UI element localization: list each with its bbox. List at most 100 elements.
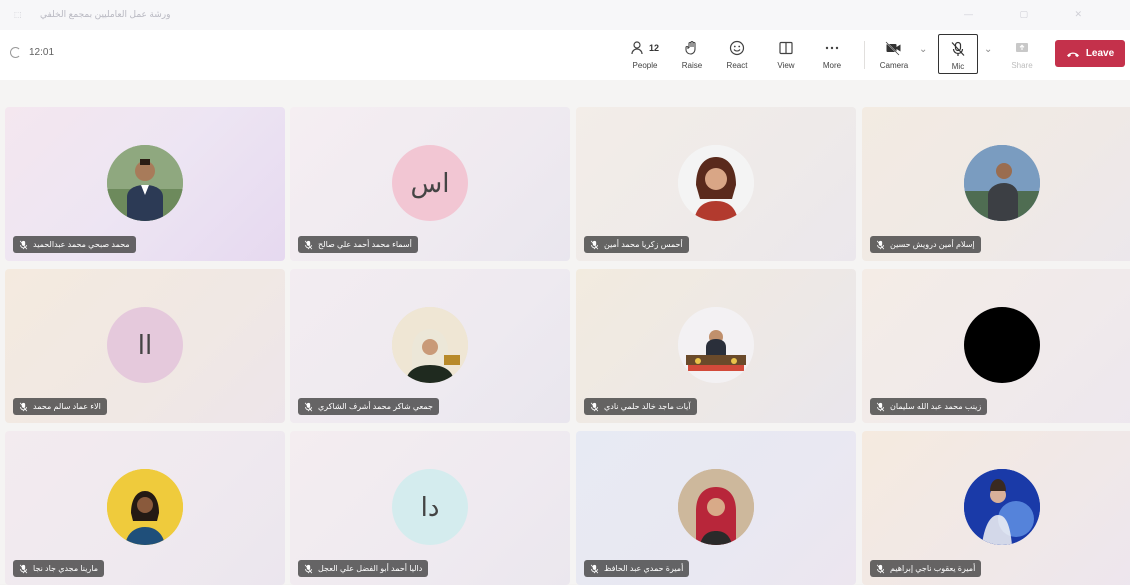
camera-options-chevron-icon[interactable]: ⌄: [919, 44, 927, 55]
mic-off-icon: [876, 564, 885, 573]
avatar-photo: [392, 307, 468, 383]
mic-off-icon: [590, 402, 599, 411]
avatar-initials: دا: [420, 491, 440, 522]
raise-hand-button[interactable]: Raise: [672, 34, 712, 74]
react-label: React: [726, 61, 748, 70]
participant-tile[interactable]: زينب محمد عبد الله سليمان: [862, 269, 1130, 423]
avatar: دا: [392, 469, 468, 545]
app-icon: ⬚: [14, 10, 22, 19]
participant-tile[interactable]: مارينا مجدي جاد نجا: [5, 431, 285, 585]
participant-tile[interactable]: أحمس زكريا محمد أمين: [576, 107, 856, 261]
avatar: [678, 307, 754, 383]
video-grid: محمد صبحي محمد عبدالحميد اس أسماء محمد أ…: [0, 80, 1130, 585]
more-dots-icon: [825, 46, 839, 50]
avatar: [107, 469, 183, 545]
meeting-timer: 12:01: [10, 47, 54, 58]
hand-icon: [685, 40, 696, 55]
people-button[interactable]: 12 People: [625, 34, 665, 74]
participant-nametag: جمعي شاكر محمد أشرف الشاكري: [298, 398, 439, 415]
window-titlebar: ⬚ ورشة عمل العامليين بمجمع الخلفي — ▢ ✕: [0, 0, 1130, 30]
people-icon: [631, 41, 643, 55]
leave-label: Leave: [1085, 48, 1115, 59]
share-label: Share: [1011, 61, 1033, 70]
participant-name: آيات ماجد خالد حلمي نادي: [604, 402, 691, 411]
mic-off-icon: [304, 564, 313, 573]
avatar-photo: [964, 145, 1040, 221]
mic-off-icon: [19, 564, 28, 573]
avatar-photo: [107, 469, 183, 545]
avatar-photo: [964, 469, 1040, 545]
mic-off-icon: [876, 240, 885, 249]
mic-off-icon: [304, 240, 313, 249]
participant-nametag: مارينا مجدي جاد نجا: [13, 560, 105, 577]
toolbar-divider: [864, 41, 865, 69]
people-count: 12: [648, 43, 659, 53]
avatar: [107, 145, 183, 221]
participant-tile[interactable]: محمد صبحي محمد عبدالحميد: [5, 107, 285, 261]
mic-button[interactable]: Mic: [938, 34, 978, 74]
participant-tile[interactable]: جمعي شاكر محمد أشرف الشاكري: [290, 269, 570, 423]
avatar-photo: [107, 145, 183, 221]
participant-nametag: إسلام أمين درويش حسين: [870, 236, 981, 253]
participant-tile[interactable]: دا داليا أحمد أبو الفضل علي العجل: [290, 431, 570, 585]
avatar-photo: [678, 469, 754, 545]
mic-label: Mic: [951, 62, 965, 71]
avatar-initials: اا: [137, 329, 153, 360]
window-controls[interactable]: — ▢ ✕: [964, 9, 1104, 20]
participant-name: زينب محمد عبد الله سليمان: [890, 402, 982, 411]
mic-off-icon: [951, 41, 965, 56]
participant-name: جمعي شاكر محمد أشرف الشاكري: [318, 402, 433, 411]
mic-off-icon: [19, 240, 28, 249]
participant-nametag: زينب محمد عبد الله سليمان: [870, 398, 988, 415]
participant-name: محمد صبحي محمد عبدالحميد: [33, 240, 130, 249]
camera-button[interactable]: Camera: [874, 34, 914, 74]
participant-nametag: أحمس زكريا محمد أمين: [584, 236, 689, 253]
participant-name: داليا أحمد أبو الفضل علي العجل: [318, 564, 423, 573]
avatar: [678, 469, 754, 545]
avatar-initials: اس: [410, 167, 450, 198]
participant-name: أحمس زكريا محمد أمين: [604, 240, 683, 249]
share-screen-icon: [1016, 43, 1028, 52]
mic-off-icon: [876, 402, 885, 411]
camera-label: Camera: [879, 61, 909, 70]
more-button[interactable]: More: [812, 34, 852, 74]
view-button[interactable]: View: [766, 34, 806, 74]
timer-text: 12:01: [29, 47, 55, 58]
participant-name: مارينا مجدي جاد نجا: [33, 564, 99, 573]
participant-nametag: أميرة يعقوب ناجي إبراهيم: [870, 560, 982, 577]
avatar: اس: [392, 145, 468, 221]
participant-nametag: أميرة حمدي عبد الحافظ: [584, 560, 690, 577]
leave-button[interactable]: Leave: [1055, 40, 1125, 67]
participant-tile[interactable]: أميرة يعقوب ناجي إبراهيم: [862, 431, 1130, 585]
participant-name: أسماء محمد أحمد علي صالح: [318, 240, 412, 249]
share-button[interactable]: Share: [1002, 34, 1042, 74]
more-label: More: [822, 61, 842, 70]
avatar: اا: [107, 307, 183, 383]
participant-tile[interactable]: آيات ماجد خالد حلمي نادي: [576, 269, 856, 423]
participant-nametag: داليا أحمد أبو الفضل علي العجل: [298, 560, 429, 577]
raise-label: Raise: [681, 61, 703, 70]
participant-name: إسلام أمين درويش حسين: [890, 240, 975, 249]
participant-name: أميرة حمدي عبد الحافظ: [604, 564, 684, 573]
smiley-icon: [729, 40, 745, 56]
avatar-photo: [678, 307, 754, 383]
participant-tile[interactable]: إسلام أمين درويش حسين: [862, 107, 1130, 261]
mic-off-icon: [590, 240, 599, 249]
participant-tile[interactable]: اس أسماء محمد أحمد علي صالح: [290, 107, 570, 261]
view-label: View: [777, 61, 795, 70]
participant-name: الاء عماد سالم محمد: [33, 402, 101, 411]
participant-tile[interactable]: اا الاء عماد سالم محمد: [5, 269, 285, 423]
avatar: [964, 307, 1040, 383]
meeting-toolbar: 12:01 12 People Raise React View More Ca…: [0, 30, 1130, 80]
participant-nametag: آيات ماجد خالد حلمي نادي: [584, 398, 697, 415]
participant-tile[interactable]: أميرة حمدي عبد الحافظ: [576, 431, 856, 585]
window-title: ورشة عمل العامليين بمجمع الخلفي: [40, 9, 171, 19]
view-layout-icon: [779, 41, 793, 55]
mic-options-chevron-icon[interactable]: ⌄: [984, 44, 992, 55]
avatar: [964, 145, 1040, 221]
mic-off-icon: [590, 564, 599, 573]
camera-off-icon: [885, 41, 901, 56]
react-button[interactable]: React: [717, 34, 757, 74]
avatar: [392, 307, 468, 383]
avatar-photo: [678, 145, 754, 221]
